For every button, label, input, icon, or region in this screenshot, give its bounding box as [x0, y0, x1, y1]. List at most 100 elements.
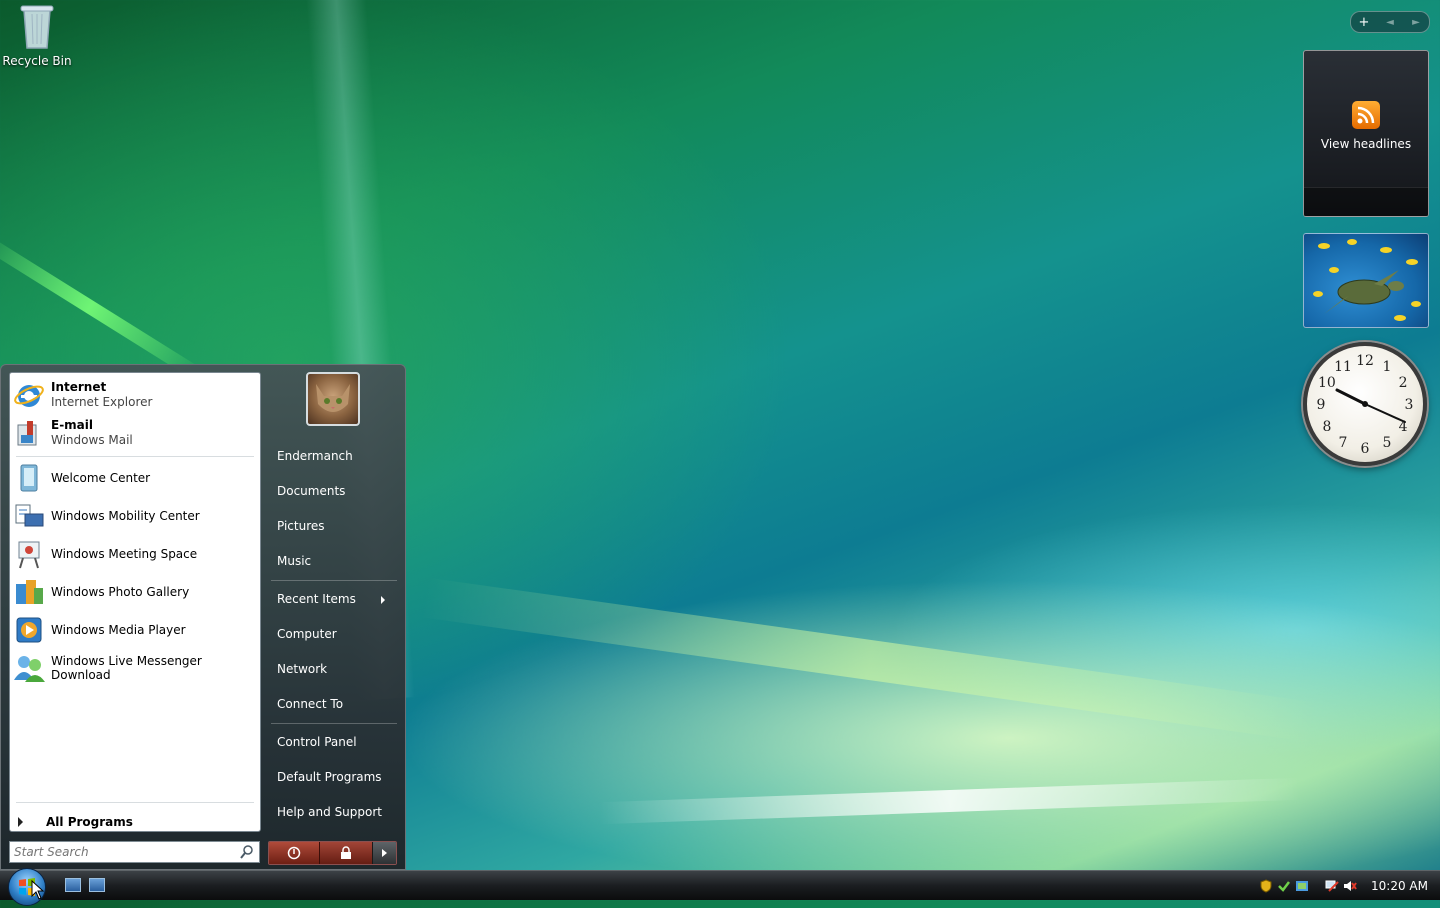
minute-hand — [1364, 403, 1406, 423]
clock-face: 12 1234567891011 — [1317, 353, 1414, 457]
show-desktop-icon[interactable] — [65, 878, 81, 892]
clock-gadget[interactable]: 12 1 2 3 4 5 6 7 8 9 10 11 — [1303, 342, 1427, 466]
recent-item-label: Windows Meeting Space — [51, 547, 198, 561]
all-programs-button[interactable]: All Programs — [18, 815, 133, 829]
clock-numeral: 8 — [1322, 419, 1331, 435]
clock-numeral: 1 — [1383, 359, 1392, 375]
slideshow-gadget[interactable] — [1303, 233, 1429, 328]
clock-numeral: 5 — [1383, 435, 1392, 451]
submenu-arrow-icon — [381, 596, 385, 604]
chevron-right-icon — [18, 817, 23, 827]
places-item-recent-items[interactable]: Recent Items — [277, 592, 395, 606]
start-menu-places-pane: Endermanch Documents Pictures Music Rece… — [263, 365, 405, 835]
places-item-network[interactable]: Network — [277, 662, 395, 676]
places-item-documents[interactable]: Documents — [277, 484, 395, 498]
power-controls — [268, 841, 397, 865]
search-icon[interactable] — [239, 844, 255, 860]
windows-update-icon[interactable] — [1277, 879, 1291, 893]
recent-item-label: Windows Live Messenger Download — [51, 654, 202, 682]
sea-turtle-image — [1313, 239, 1421, 321]
windows-mail-icon — [17, 421, 37, 446]
mobility-center-icon — [15, 504, 44, 527]
add-gadget-button[interactable]: + — [1351, 15, 1377, 30]
desktop-icon-recycle-bin[interactable]: Recycle Bin — [2, 2, 72, 68]
start-menu-programs-pane: Internet Internet Explorer E-mail Window… — [9, 372, 261, 832]
places-item-connect-to[interactable]: Connect To — [277, 697, 395, 711]
desktop-icon-label: Recycle Bin — [2, 54, 72, 68]
recent-item-photo-gallery[interactable]: Windows Photo Gallery — [13, 574, 257, 610]
mouse-pointer-icon — [31, 880, 45, 900]
network-icon[interactable] — [1325, 879, 1339, 893]
places-item-pictures[interactable]: Pictures — [277, 519, 395, 533]
places-item-default-programs[interactable]: Default Programs — [277, 770, 395, 784]
power-icon — [287, 846, 301, 860]
pinned-item-email[interactable]: E-mail Windows Mail — [13, 415, 257, 451]
places-item-computer[interactable]: Computer — [277, 627, 395, 641]
recycle-bin-icon — [20, 5, 54, 49]
messenger-icon — [14, 656, 45, 682]
taskbar-clock[interactable]: 10:20 AM — [1371, 879, 1428, 893]
recent-item-label: Windows Photo Gallery — [51, 585, 190, 599]
security-shield-icon[interactable] — [1259, 878, 1273, 893]
clock-numeral: 9 — [1317, 397, 1326, 413]
start-search-box[interactable] — [9, 841, 260, 863]
feed-headlines-gadget[interactable]: View headlines — [1303, 50, 1429, 217]
recent-item-media-player[interactable]: Windows Media Player — [13, 612, 257, 648]
all-programs-separator — [16, 802, 254, 803]
clock-numeral: 10 — [1318, 375, 1336, 391]
pinned-item-subtitle: Windows Mail — [51, 433, 133, 447]
recent-item-welcome-center[interactable]: Welcome Center — [13, 460, 257, 496]
clock-numeral: 11 — [1334, 359, 1352, 375]
lock-icon — [341, 846, 352, 859]
pinned-separator — [16, 456, 254, 457]
taskbar: 10:20 AM — [0, 868, 1440, 906]
volume-muted-icon[interactable] — [1343, 879, 1357, 893]
feed-gadget-footer — [1304, 187, 1428, 216]
places-separator — [271, 723, 397, 724]
places-item-music[interactable]: Music — [277, 554, 395, 568]
defender-icon[interactable] — [1295, 879, 1309, 893]
welcome-center-icon — [20, 464, 38, 492]
pinned-item-title: E-mail — [51, 418, 94, 432]
clock-numeral: 2 — [1399, 375, 1408, 391]
recent-item-label: Windows Mobility Center — [51, 509, 200, 523]
power-button[interactable] — [269, 842, 320, 864]
photo-gallery-icon — [16, 580, 43, 604]
places-separator — [271, 580, 397, 581]
internet-explorer-icon — [14, 385, 44, 407]
start-search-input[interactable] — [10, 844, 239, 860]
previous-page-button[interactable]: ◄ — [1377, 17, 1403, 28]
places-item-help-and-support[interactable]: Help and Support — [277, 805, 395, 819]
meeting-space-icon — [18, 541, 40, 569]
shutdown-options-button[interactable] — [372, 842, 396, 864]
clock-numeral: 6 — [1361, 441, 1370, 457]
clock-numeral: 12 — [1356, 353, 1374, 369]
recent-items-label: Recent Items — [277, 592, 356, 606]
switch-windows-icon[interactable] — [89, 878, 105, 892]
media-player-icon — [16, 617, 42, 643]
sidebar-controls: + ◄ ► — [1350, 11, 1430, 33]
all-programs-label: All Programs — [46, 815, 133, 829]
places-item-control-panel[interactable]: Control Panel — [277, 735, 395, 749]
pinned-item-subtitle: Internet Explorer — [51, 395, 153, 409]
pinned-item-title: Internet — [51, 380, 107, 394]
recent-item-meeting-space[interactable]: Windows Meeting Space — [13, 536, 257, 572]
user-avatar[interactable] — [306, 372, 360, 426]
recent-item-mobility-center[interactable]: Windows Mobility Center — [13, 498, 257, 534]
next-page-button[interactable]: ► — [1403, 17, 1429, 28]
notification-area: 10:20 AM — [1255, 871, 1440, 900]
rss-icon — [1352, 101, 1380, 129]
recent-item-messenger-download[interactable]: Windows Live Messenger Download — [13, 650, 257, 686]
clock-numeral: 3 — [1405, 397, 1414, 413]
lock-button[interactable] — [319, 842, 373, 864]
recent-item-label: Welcome Center — [51, 471, 151, 485]
kitten-picture — [316, 384, 350, 412]
recent-item-label: Windows Media Player — [51, 623, 186, 637]
chevron-right-icon — [382, 849, 388, 857]
places-item-username[interactable]: Endermanch — [277, 449, 395, 463]
pinned-item-internet[interactable]: Internet Internet Explorer — [13, 377, 257, 413]
clock-numeral: 7 — [1339, 435, 1348, 451]
start-menu: Internet Internet Explorer E-mail Window… — [0, 364, 406, 870]
hour-hand — [1335, 388, 1367, 406]
view-headlines-label: View headlines — [1320, 137, 1412, 151]
